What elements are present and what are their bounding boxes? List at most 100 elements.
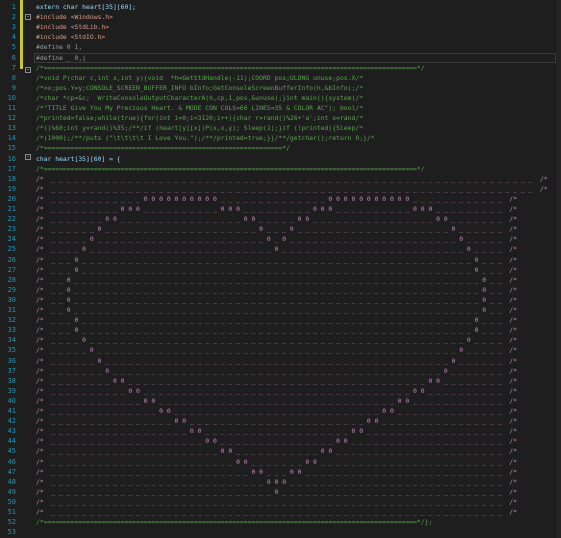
line-number: 37 xyxy=(7,366,16,375)
line-number: 33 xyxy=(7,326,16,335)
line-number: 15 xyxy=(7,144,16,153)
line-number: 42 xyxy=(7,417,16,426)
line-number: 26 xyxy=(7,255,16,264)
line-number: 24 xyxy=(7,235,16,244)
code-line[interactable]: #define _ 0,| xyxy=(36,53,86,63)
code-line[interactable]: /*======================================… xyxy=(36,63,425,73)
line-number: 13 xyxy=(7,124,16,133)
line-number: 40 xyxy=(7,396,16,405)
code-line[interactable]: /* _ _ _ _ _ _ _ _ _ 0 0 0 _ _ _ _ _ _ _… xyxy=(36,204,517,214)
code-line[interactable]: /* _ _ _ _ _ _ _ _ _ _ _ _ _ _ _ _ _ _ _… xyxy=(36,477,517,487)
line-number: 20 xyxy=(7,194,16,203)
code-line[interactable]: /* _ _ _ _ _ _ _ _ _ _ _ _ _ _ _ _ _ _ _… xyxy=(36,457,517,467)
line-number: 29 xyxy=(7,285,16,294)
code-line[interactable]: /*void P(char c,int x,int y){void *h=Get… xyxy=(36,73,363,83)
line-number: 43 xyxy=(7,427,16,436)
change-margin: - - - xyxy=(18,0,32,538)
code-line[interactable]: /* _ _ _ _ _ _ _ _ _ _ _ _ _ _ _ _ _ _ _… xyxy=(36,497,517,507)
line-number: 48 xyxy=(7,477,16,486)
line-number: 53 xyxy=(7,528,16,537)
code-line[interactable]: /* _ _ _ _ 0 _ _ _ _ _ _ _ _ _ _ _ _ _ _… xyxy=(36,335,517,345)
code-line[interactable]: char heart[35][60] = { xyxy=(36,154,121,164)
code-line[interactable]: /*()%60;int y=rand()%35;/**/if (heart[y]… xyxy=(36,123,363,133)
line-number: 16 xyxy=(7,154,16,163)
code-line[interactable]: #include <StdIO.h> xyxy=(36,32,105,42)
code-line[interactable]: /*======================================… xyxy=(36,164,425,174)
code-line[interactable]: /*printed=false;while(true){for(int i=0;… xyxy=(36,113,363,123)
line-number: 46 xyxy=(7,457,16,466)
code-line[interactable]: /* _ _ _ _ _ _ _ _ _ _ _ _ _ _ _ _ _ _ _… xyxy=(36,174,548,184)
code-line[interactable]: /* _ _ _ _ _ _ _ _ _ _ _ _ _ _ _ _ _ _ _… xyxy=(36,467,517,477)
line-number: 7 xyxy=(11,63,16,72)
line-number: 23 xyxy=(7,225,16,234)
line-number: 12 xyxy=(7,114,16,123)
code-line[interactable]: /* _ _ _ _ _ _ _ _ _ _ _ _ _ _ _ _ _ _ 0… xyxy=(36,426,517,436)
code-line[interactable]: /* _ _ _ _ _ _ _ _ _ _ _ _ _ _ _ _ _ _ _… xyxy=(36,487,517,497)
code-line[interactable]: #include <StdLib.h> xyxy=(36,22,109,32)
line-number: 38 xyxy=(7,376,16,385)
code-line[interactable]: /* _ _ 0 _ _ _ _ _ _ _ _ _ _ _ _ _ _ _ _… xyxy=(36,275,517,285)
code-line[interactable]: /* _ _ _ _ _ _ _ 0 _ _ _ _ _ _ _ _ _ _ _… xyxy=(36,366,517,376)
code-line[interactable]: /*======================================… xyxy=(36,517,432,527)
code-line[interactable]: /*(1000);/**/puts ("\t\t\t\t I Love You.… xyxy=(36,133,375,143)
code-line[interactable]: #include <Windows.h> xyxy=(36,12,113,22)
code-line[interactable]: /* _ _ _ _ _ _ _ _ _ _ _ _ 0 0 _ _ _ _ _… xyxy=(36,396,517,406)
code-line[interactable]: /*"TITLE Give You My Precious Heart. & M… xyxy=(36,103,363,113)
fold-toggle-icon[interactable]: - xyxy=(25,67,31,73)
code-line[interactable]: /* _ _ _ 0 _ _ _ _ _ _ _ _ _ _ _ _ _ _ _… xyxy=(36,315,517,325)
line-number: 4 xyxy=(11,33,16,42)
line-number: 27 xyxy=(7,265,16,274)
line-number: 19 xyxy=(7,184,16,193)
code-line[interactable]: /* _ _ 0 _ _ _ _ _ _ _ _ _ _ _ _ _ _ _ _… xyxy=(36,295,517,305)
code-line[interactable]: /* _ _ _ _ _ _ 0 _ _ _ _ _ _ _ _ _ _ _ _… xyxy=(36,356,517,366)
code-line[interactable]: extern char heart[35][60]; xyxy=(36,2,136,12)
code-line[interactable]: /* _ _ 0 _ _ _ _ _ _ _ _ _ _ _ _ _ _ _ _… xyxy=(36,285,517,295)
code-line[interactable]: /* _ _ _ _ 0 _ _ _ _ _ _ _ _ _ _ _ _ _ _… xyxy=(36,244,517,254)
code-editor[interactable]: 1 2 3 4 5 6 7 8 9 10 11 12 13 14 15 16 17 18 19 20 21 22 23 24 2… xyxy=(0,0,561,538)
line-number: 44 xyxy=(7,437,16,446)
code-line[interactable]: /* _ _ _ _ _ _ _ _ _ _ _ _ _ _ _ _ _ _ _… xyxy=(36,436,517,446)
code-line[interactable]: /* _ _ _ _ _ _ _ 0 0 _ _ _ _ _ _ _ _ _ _… xyxy=(36,214,517,224)
code-line[interactable]: /*======================================… xyxy=(36,143,290,153)
vertical-scrollbar[interactable] xyxy=(557,0,561,538)
code-line[interactable]: /* _ _ _ _ _ _ _ _ _ _ 0 0 _ _ _ _ _ _ _… xyxy=(36,386,517,396)
code-line[interactable]: /* _ _ _ _ _ _ _ _ _ _ _ _ _ _ 0 0 _ _ _… xyxy=(36,406,517,416)
code-line[interactable]: /* _ _ _ 0 _ _ _ _ _ _ _ _ _ _ _ _ _ _ _… xyxy=(36,325,517,335)
code-line[interactable]: /* _ _ _ 0 _ _ _ _ _ _ _ _ _ _ _ _ _ _ _… xyxy=(36,265,517,275)
code-line[interactable]: /*=x;pos.Y=y;CONSOLE_SCREEN_BUFFER_INFO … xyxy=(36,83,363,93)
line-number: 34 xyxy=(7,336,16,345)
code-line[interactable]: /* _ _ _ _ _ _ _ _ _ _ _ _ _ _ _ _ _ _ _… xyxy=(36,507,517,517)
code-line[interactable]: #define 0 1, xyxy=(36,42,82,52)
code-line[interactable]: /* _ _ _ _ _ _ _ _ _ _ _ _ 0 0 0 0 0 0 0… xyxy=(36,194,517,204)
code-line[interactable]: /* _ _ _ 0 _ _ _ _ _ _ _ _ _ _ _ _ _ _ _… xyxy=(36,255,517,265)
code-line[interactable]: /*char *cp=&c; WriteConsoleOutputCharact… xyxy=(36,93,363,103)
code-line[interactable]: /* _ _ _ _ _ _ 0 _ _ _ _ _ _ _ _ _ _ _ _… xyxy=(36,224,517,234)
line-number: 50 xyxy=(7,497,16,506)
line-number: 49 xyxy=(7,487,16,496)
line-number: 1 xyxy=(11,3,16,11)
code-area[interactable]: extern char heart[35][60]; #include <Wind… xyxy=(36,0,556,538)
line-number: 45 xyxy=(7,447,16,456)
code-line[interactable]: /* _ _ _ _ _ _ _ _ _ _ _ _ _ _ _ _ _ _ _… xyxy=(36,184,548,194)
code-line[interactable]: /* _ _ 0 _ _ _ _ _ _ _ _ _ _ _ _ _ _ _ _… xyxy=(36,305,517,315)
line-number: 2 xyxy=(11,13,16,22)
fold-toggle-icon[interactable]: - xyxy=(25,14,31,20)
code-line[interactable]: /* _ _ _ _ _ 0 _ _ _ _ _ _ _ _ _ _ _ _ _… xyxy=(36,234,517,244)
line-number: 41 xyxy=(7,407,16,415)
line-number: 30 xyxy=(7,295,16,304)
line-number: 32 xyxy=(7,316,16,325)
line-number: 31 xyxy=(7,306,16,314)
fold-toggle-icon[interactable]: - xyxy=(25,154,31,160)
code-line[interactable]: /* _ _ _ _ _ _ _ _ 0 0 _ _ _ _ _ _ _ _ _… xyxy=(36,376,517,386)
code-line[interactable]: /* _ _ _ _ _ _ _ _ _ _ _ _ _ _ _ _ 0 0 _… xyxy=(36,416,517,426)
line-number: 28 xyxy=(7,275,16,284)
line-number: 25 xyxy=(7,245,16,254)
line-number: 36 xyxy=(7,356,16,365)
code-line[interactable]: /* _ _ _ _ _ 0 _ _ _ _ _ _ _ _ _ _ _ _ _… xyxy=(36,345,517,355)
line-number: 5 xyxy=(11,43,16,52)
line-number: 51 xyxy=(7,508,16,516)
line-number: 22 xyxy=(7,215,16,224)
line-number: 39 xyxy=(7,386,16,395)
code-line[interactable]: /* _ _ _ _ _ _ _ _ _ _ _ _ _ _ _ _ _ _ _… xyxy=(36,446,517,456)
change-indicator xyxy=(20,0,23,69)
